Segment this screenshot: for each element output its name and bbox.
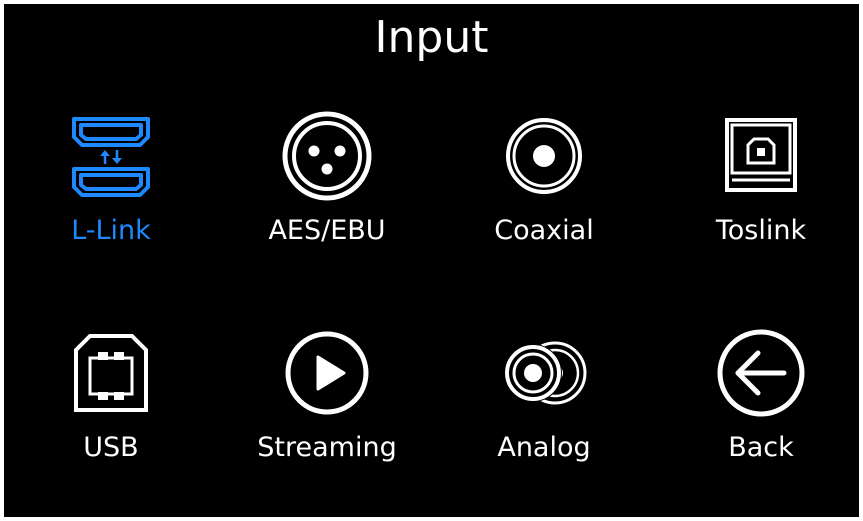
back-arrow-icon <box>716 328 806 418</box>
input-label: Streaming <box>257 432 397 463</box>
input-label: Coaxial <box>494 215 594 246</box>
input-option-coaxial[interactable]: Coaxial <box>444 111 644 291</box>
input-label: USB <box>83 432 139 463</box>
play-icon <box>282 328 372 418</box>
input-label: L-Link <box>71 215 151 246</box>
input-option-streaming[interactable]: Streaming <box>227 328 427 508</box>
coaxial-icon <box>499 111 589 201</box>
input-option-usb[interactable]: USB <box>11 328 211 508</box>
page-title: Input <box>374 12 489 63</box>
input-option-back[interactable]: Back <box>661 328 859 508</box>
input-option-l-link[interactable]: L-Link <box>11 111 211 291</box>
input-option-analog[interactable]: Analog <box>444 328 644 508</box>
input-option-toslink[interactable]: Toslink <box>661 111 859 291</box>
input-screen: Input L-Link AES/EBU Coaxial Toslink USB… <box>4 4 859 517</box>
input-label: Analog <box>497 432 591 463</box>
l-link-icon <box>66 111 156 201</box>
usb-icon <box>66 328 156 418</box>
analog-rca-icon <box>499 328 589 418</box>
input-label: AES/EBU <box>268 215 386 246</box>
xlr-icon <box>282 111 372 201</box>
input-option-aes-ebu[interactable]: AES/EBU <box>227 111 427 291</box>
input-label: Toslink <box>715 215 807 246</box>
toslink-icon <box>716 111 806 201</box>
input-label: Back <box>728 432 794 463</box>
